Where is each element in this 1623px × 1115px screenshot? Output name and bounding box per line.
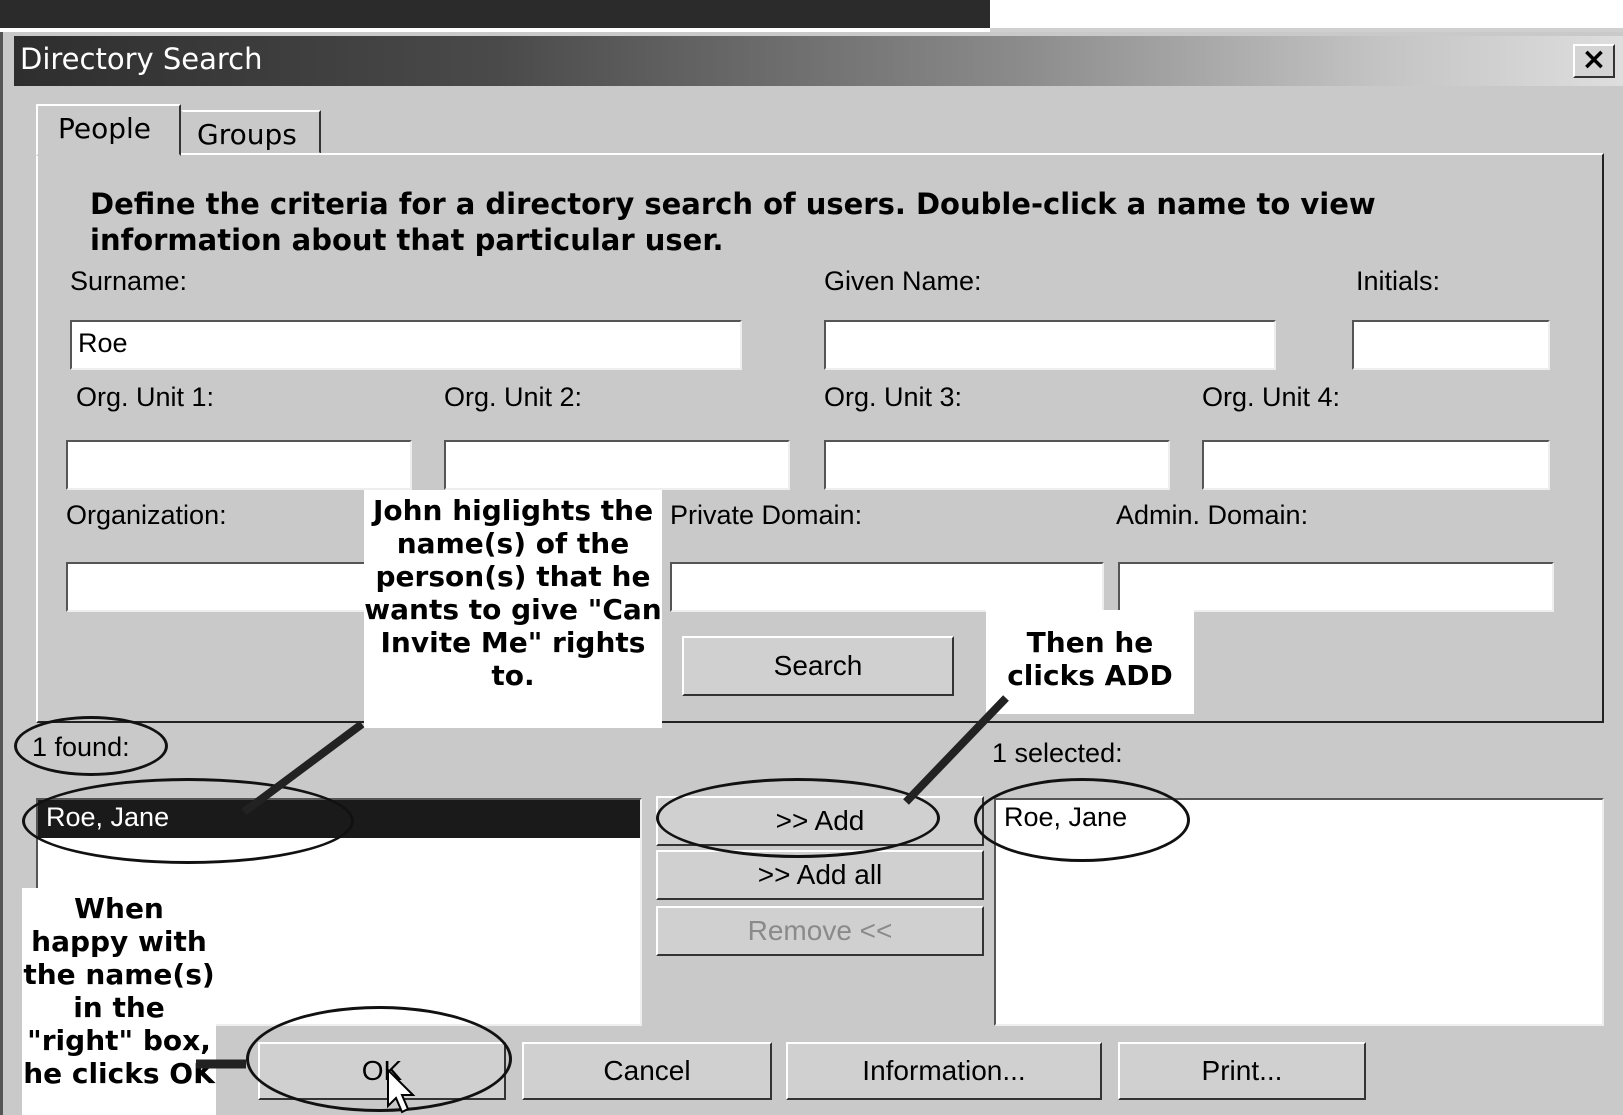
selected-count-label: 1 selected: (992, 738, 1123, 768)
given-name-input[interactable] (824, 320, 1276, 370)
initials-label: Initials: (1356, 266, 1441, 296)
org-unit-4-input[interactable] (1202, 440, 1550, 490)
search-button[interactable]: Search (682, 636, 954, 696)
ok-button-ellipse (246, 1006, 512, 1112)
org-unit-3-input[interactable] (824, 440, 1170, 490)
top-dark-bar (0, 0, 990, 28)
window-title: Directory Search (20, 42, 263, 76)
given-name-label: Given Name: (824, 266, 982, 296)
private-domain-input[interactable] (670, 562, 1104, 612)
surname-label: Surname: (70, 266, 188, 296)
private-domain-label: Private Domain: (670, 500, 863, 530)
org-unit-4-label: Org. Unit 4: (1202, 382, 1341, 412)
highlight-callout: John higlights the name(s) of the person… (364, 490, 662, 728)
org-unit-1-input[interactable] (66, 440, 412, 490)
found-item-ellipse (22, 778, 354, 864)
found-count-ellipse (14, 716, 168, 776)
organization-label: Organization: (66, 500, 227, 530)
initials-input[interactable] (1352, 320, 1550, 370)
close-button[interactable]: × (1573, 44, 1615, 78)
tab-people[interactable]: People (36, 104, 181, 156)
add-button-ellipse (656, 778, 940, 858)
org-unit-2-input[interactable] (444, 440, 790, 490)
print-button[interactable]: Print... (1118, 1042, 1366, 1100)
selected-item-ellipse (974, 778, 1190, 862)
tab-groups[interactable]: Groups (181, 110, 321, 154)
cancel-button[interactable]: Cancel (522, 1042, 772, 1100)
add-callout: Then he clicks ADD (986, 610, 1194, 714)
remove-button[interactable]: Remove << (656, 906, 984, 956)
admin-domain-input[interactable] (1118, 562, 1554, 612)
close-icon: × (1581, 42, 1607, 77)
admin-domain-label: Admin. Domain: (1116, 500, 1309, 530)
org-unit-2-label: Org. Unit 2: (444, 382, 583, 412)
surname-input[interactable]: Roe (70, 320, 742, 370)
information-button[interactable]: Information... (786, 1042, 1102, 1100)
organization-input[interactable] (66, 562, 366, 612)
instructions-text: Define the criteria for a directory sear… (90, 187, 1376, 257)
org-unit-3-label: Org. Unit 3: (824, 382, 963, 412)
ok-callout: When happy with the name(s) in the "righ… (22, 888, 216, 1115)
org-unit-1-label: Org. Unit 1: (76, 382, 215, 412)
